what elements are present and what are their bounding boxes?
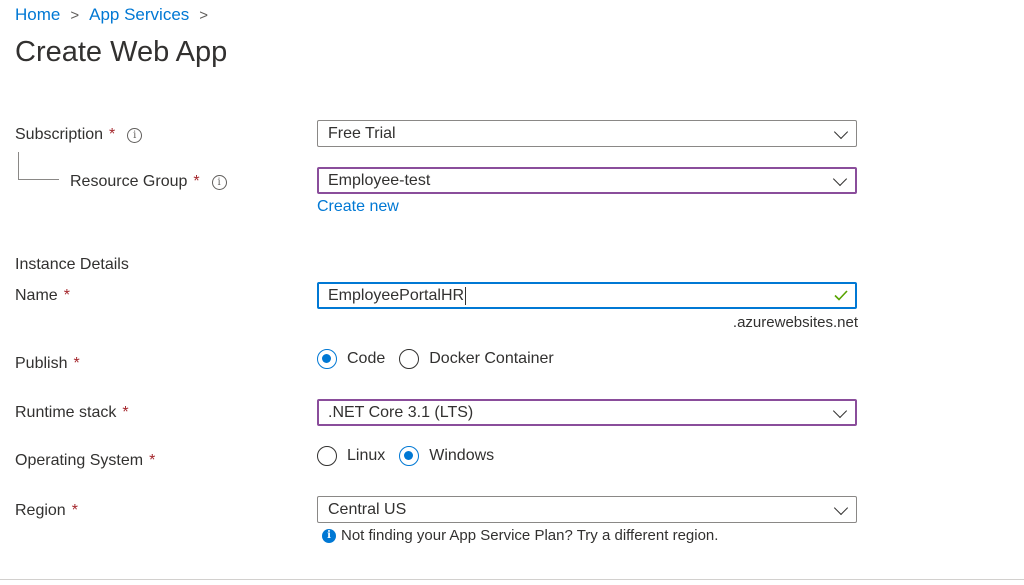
instance-details-heading: Instance Details bbox=[15, 256, 129, 273]
runtime-stack-value: .NET Core 3.1 (LTS) bbox=[328, 403, 474, 421]
radio-empty-icon bbox=[317, 446, 337, 466]
os-windows-radio[interactable]: Windows bbox=[399, 446, 494, 466]
name-label-text: Name bbox=[15, 287, 58, 304]
runtime-stack-label-text: Runtime stack bbox=[15, 404, 117, 421]
chevron-down-icon bbox=[832, 403, 848, 418]
runtime-stack-select[interactable]: .NET Core 3.1 (LTS) bbox=[317, 399, 857, 426]
radio-label: Linux bbox=[347, 447, 386, 464]
radio-selected-icon bbox=[317, 349, 337, 369]
region-label: Region * bbox=[15, 502, 78, 520]
breadcrumb: Home > App Services > bbox=[15, 5, 218, 25]
name-label: Name * bbox=[15, 287, 70, 305]
required-marker: * bbox=[73, 355, 80, 372]
chevron-right-icon: > bbox=[70, 6, 80, 24]
resource-group-label-text: Resource Group bbox=[70, 173, 188, 190]
create-new-link[interactable]: Create new bbox=[317, 198, 399, 216]
resource-group-select[interactable]: Employee-test bbox=[317, 167, 857, 194]
create-web-app-page: Home > App Services > Create Web App Sub… bbox=[0, 0, 1024, 585]
required-marker: * bbox=[71, 502, 78, 519]
radio-label: Docker Container bbox=[429, 350, 554, 367]
subscription-value: Free Trial bbox=[328, 124, 396, 142]
radio-label: Code bbox=[347, 350, 386, 367]
required-marker: * bbox=[149, 452, 156, 469]
name-input[interactable]: EmployeePortalHR bbox=[317, 282, 857, 309]
subscription-label: Subscription * i bbox=[15, 126, 143, 144]
region-select[interactable]: Central US bbox=[317, 496, 857, 523]
chevron-down-icon bbox=[833, 124, 849, 139]
chevron-down-icon bbox=[832, 171, 848, 186]
os-radio-group: Linux Windows bbox=[317, 446, 508, 466]
info-icon: i bbox=[322, 528, 336, 543]
publish-docker-radio[interactable]: Docker Container bbox=[399, 349, 554, 369]
resource-group-value: Employee-test bbox=[328, 171, 431, 189]
text-caret bbox=[465, 286, 467, 305]
chevron-right-icon: > bbox=[199, 6, 209, 24]
resource-group-label: Resource Group * i bbox=[70, 173, 227, 191]
publish-label-text: Publish bbox=[15, 355, 68, 372]
tree-connector bbox=[18, 152, 59, 180]
info-icon[interactable]: i bbox=[127, 127, 143, 143]
region-value: Central US bbox=[328, 500, 407, 518]
required-marker: * bbox=[122, 404, 129, 421]
operating-system-label-text: Operating System bbox=[15, 452, 144, 469]
name-value: EmployeePortalHR bbox=[328, 286, 465, 304]
required-marker: * bbox=[109, 126, 116, 143]
region-label-text: Region bbox=[15, 502, 66, 519]
required-marker: * bbox=[63, 287, 70, 304]
check-icon bbox=[834, 290, 848, 301]
breadcrumb-home[interactable]: Home bbox=[15, 5, 60, 25]
region-hint: i Not finding your App Service Plan? Try… bbox=[322, 527, 718, 544]
info-icon[interactable]: i bbox=[211, 174, 227, 190]
runtime-stack-label: Runtime stack * bbox=[15, 404, 129, 422]
page-title: Create Web App bbox=[15, 36, 228, 68]
radio-label: Windows bbox=[429, 447, 495, 464]
breadcrumb-app-services[interactable]: App Services bbox=[89, 5, 189, 25]
required-marker: * bbox=[193, 173, 200, 190]
region-hint-text: Not finding your App Service Plan? Try a… bbox=[341, 527, 719, 544]
radio-selected-icon bbox=[399, 446, 420, 466]
operating-system-label: Operating System * bbox=[15, 452, 155, 470]
os-linux-radio[interactable]: Linux bbox=[317, 446, 385, 466]
publish-label: Publish * bbox=[15, 355, 80, 373]
publish-code-radio[interactable]: Code bbox=[317, 349, 385, 369]
publish-radio-group: Code Docker Container bbox=[317, 349, 568, 369]
divider bbox=[0, 579, 1024, 580]
domain-suffix: .azurewebsites.net bbox=[732, 314, 858, 331]
radio-empty-icon bbox=[399, 349, 420, 369]
chevron-down-icon bbox=[833, 500, 849, 515]
subscription-label-text: Subscription bbox=[15, 126, 104, 143]
subscription-select[interactable]: Free Trial bbox=[317, 120, 857, 147]
